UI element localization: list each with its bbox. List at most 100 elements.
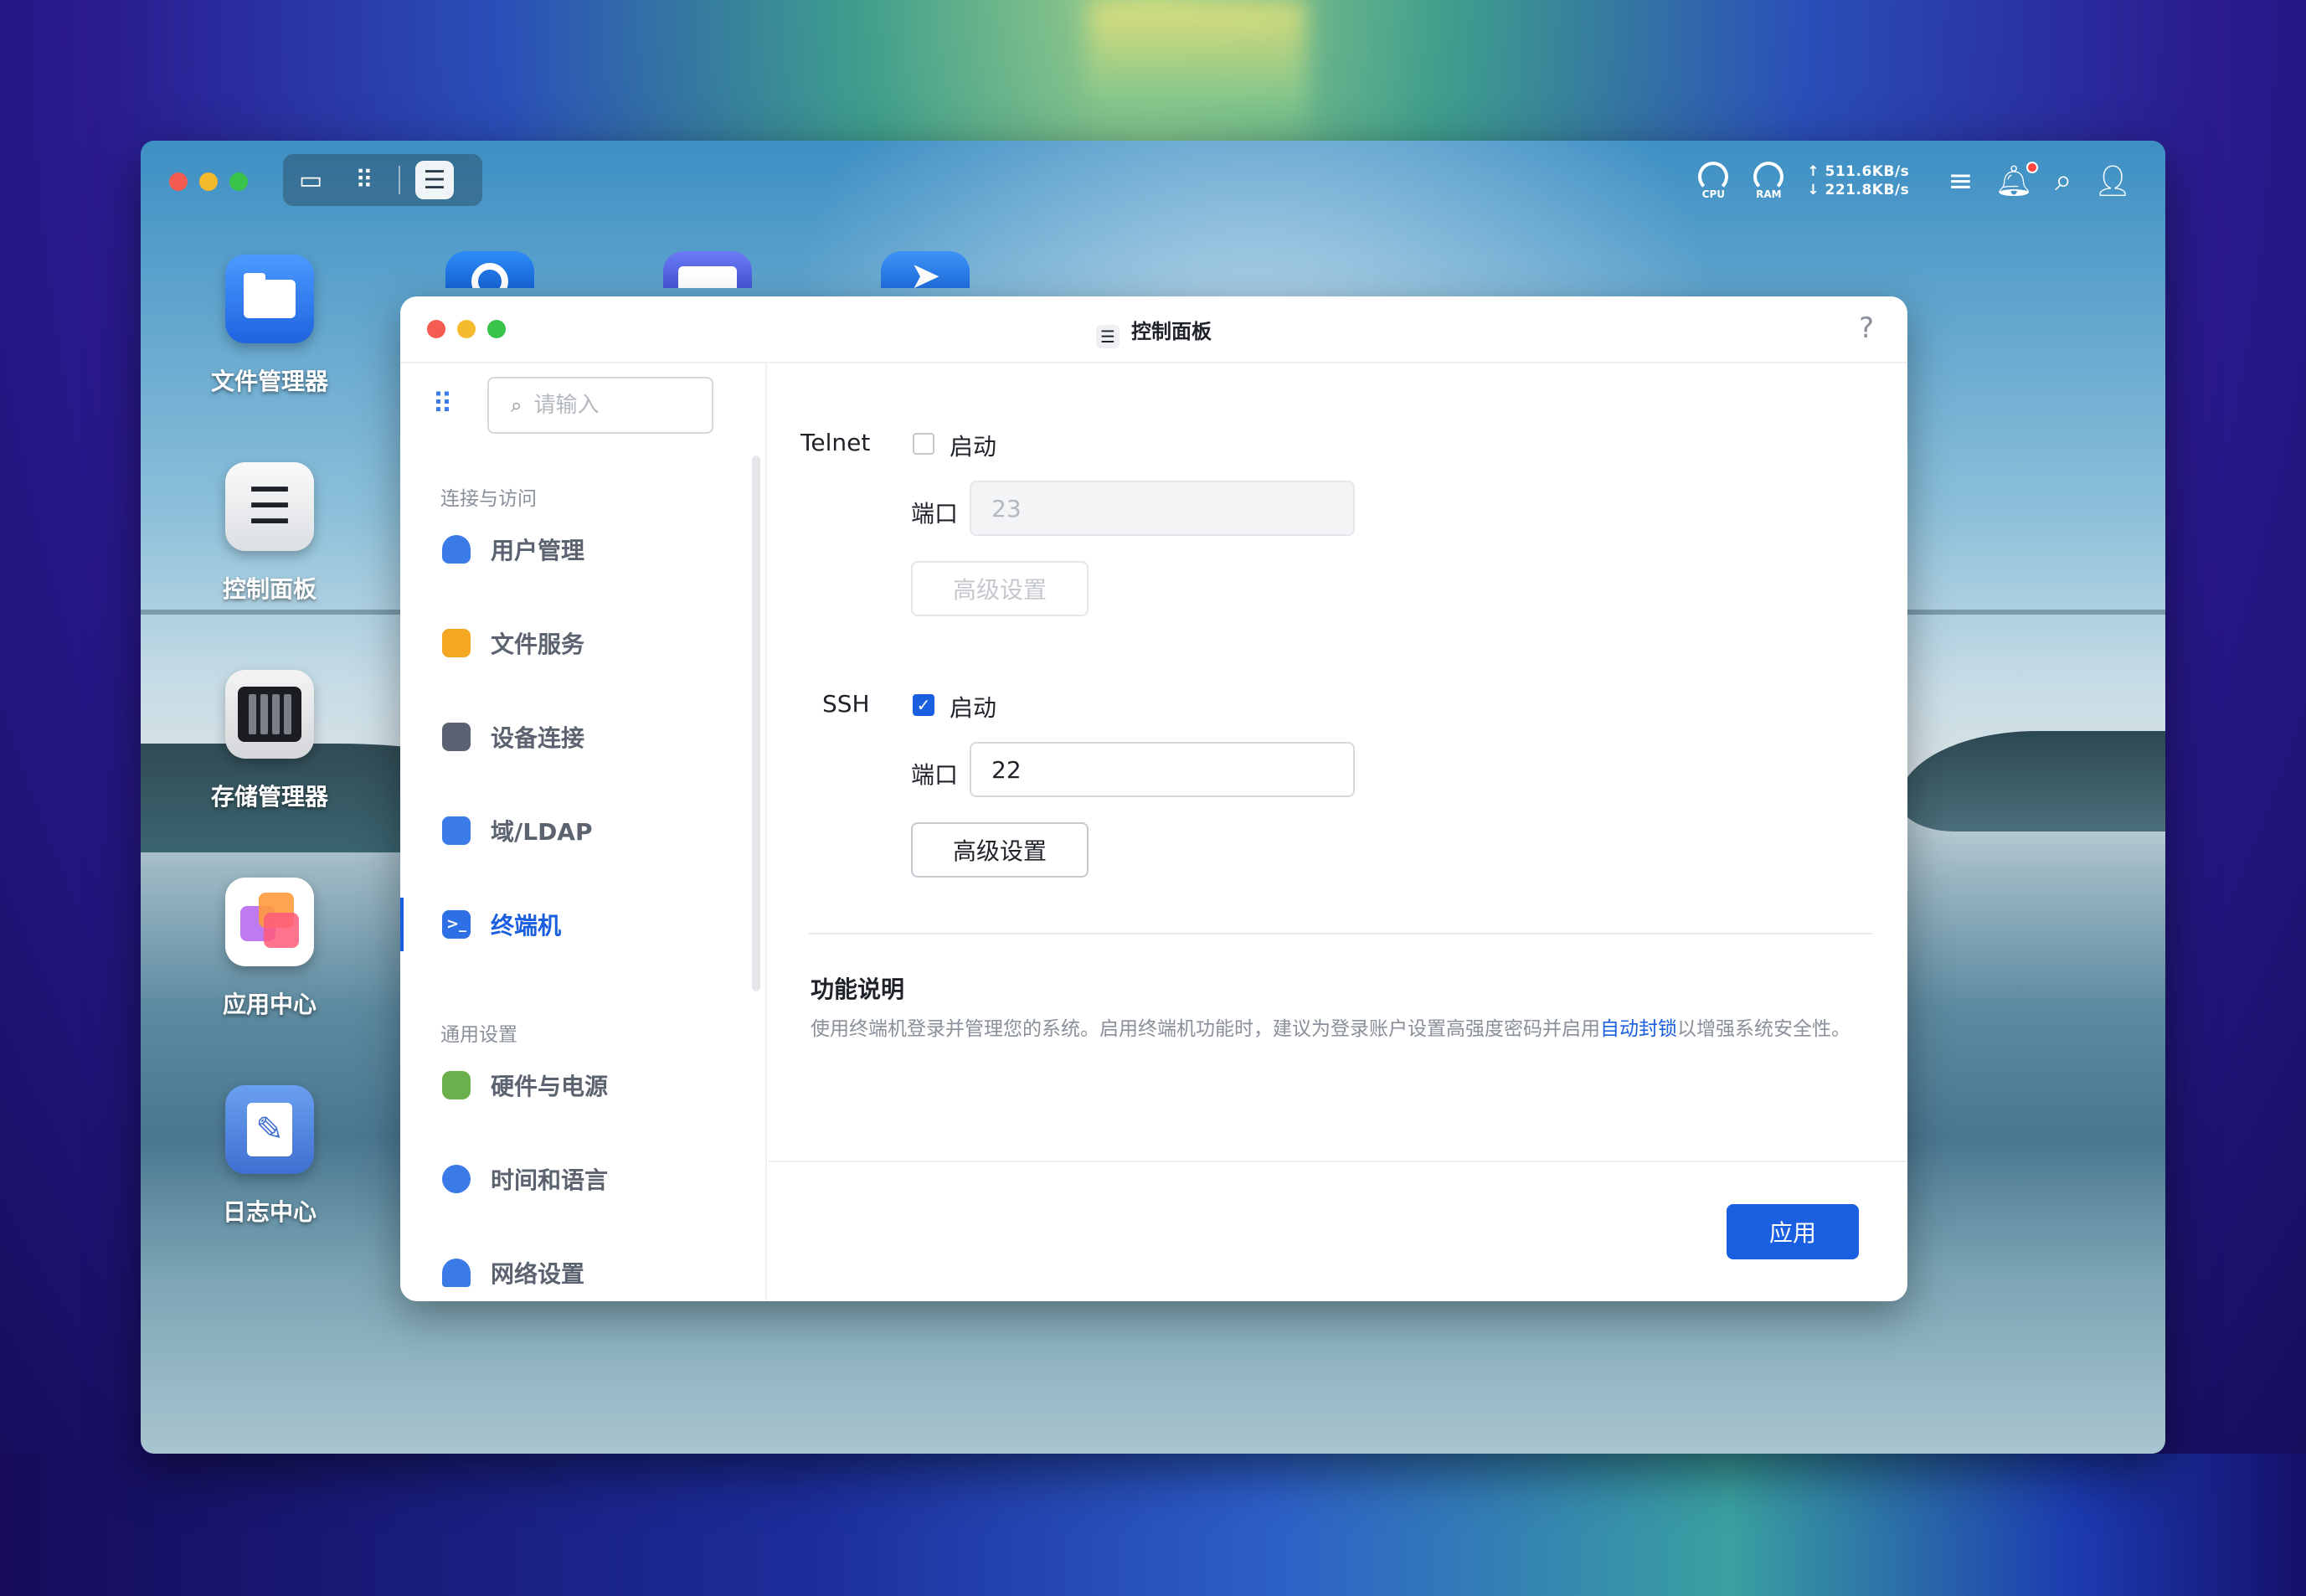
sidebar-item-terminal[interactable]: >_ 终端机 — [400, 891, 752, 958]
sidebar-item-hardware-power[interactable]: 硬件与电源 — [400, 1052, 752, 1119]
desktop-icon-log-center[interactable]: ✎ 日志中心 — [186, 1085, 353, 1228]
sidebar-item-device-connection[interactable]: 设备连接 — [400, 703, 752, 770]
nas-desktop-window: ▭ ⠿ ☰ CPU RAM ↑ 511.6KB/s ↓ 221.8KB/s ≡ … — [141, 141, 2165, 1454]
desktop-icon-label: 存储管理器 — [210, 783, 328, 811]
network-speed[interactable]: ↑ 511.6KB/s ↓ 221.8KB/s — [1807, 162, 1909, 199]
desktop-icon-control-panel[interactable]: ☰ 控制面板 — [186, 462, 353, 605]
sidebar-item-file-service[interactable]: 文件服务 — [400, 610, 752, 677]
storage-icon — [225, 670, 314, 759]
search-icon[interactable]: ⌕ — [2055, 163, 2072, 198]
sidebar-item-label: 网络设置 — [491, 1260, 585, 1288]
partially-hidden-video-icon[interactable] — [663, 251, 752, 288]
cpu-label: CPU — [1701, 188, 1726, 200]
control-panel-window: ☰ 控制面板 ? ⠿ ⌕ 连接与访问 用户管理 文件服务 设备连接 — [400, 296, 1907, 1301]
sidebar-item-time-language[interactable]: 时间和语言 — [400, 1146, 752, 1212]
sidebar-item-user-management[interactable]: 用户管理 — [400, 516, 752, 583]
notification-badge — [2026, 162, 2039, 173]
sidebar: ⠿ ⌕ 连接与访问 用户管理 文件服务 设备连接 域/LDAP — [400, 363, 767, 1301]
sidebar-item-label: 时间和语言 — [491, 1166, 609, 1194]
minimize-button[interactable] — [199, 172, 218, 191]
control-panel-titlebar: ☰ 控制面板 ? — [400, 296, 1907, 363]
window-title-text: 控制面板 — [1131, 320, 1212, 343]
search-icon: ⌕ — [511, 394, 522, 417]
sidebar-item-network[interactable]: 网络设置 — [400, 1239, 752, 1301]
telnet-enable-checkbox[interactable] — [913, 433, 934, 455]
download-speed: ↓ 221.8KB/s — [1807, 182, 1910, 198]
section-header-connect: 连接与访问 — [440, 488, 537, 510]
ram-gauge-icon[interactable]: RAM — [1752, 162, 1785, 200]
section-header-general: 通用设置 — [440, 1024, 517, 1046]
sidebar-item-label: 用户管理 — [491, 537, 585, 564]
wifi-icon — [442, 1259, 471, 1287]
ssh-label: SSH — [822, 690, 870, 718]
description-title: 功能说明 — [811, 976, 905, 1003]
sidebar-item-label: 硬件与电源 — [491, 1073, 609, 1100]
desktop-icon-label: 控制面板 — [222, 575, 317, 603]
maximize-button[interactable] — [229, 172, 248, 191]
section-divider — [809, 933, 1872, 934]
ssh-port-input[interactable] — [970, 742, 1355, 797]
user-icon[interactable]: 👤︎ — [2093, 163, 2132, 198]
nas-window-controls — [169, 172, 248, 191]
description-text-after: 以增强系统安全性。 — [1677, 1018, 1850, 1040]
window-title: ☰ 控制面板 — [400, 315, 1907, 348]
close-button[interactable] — [169, 172, 188, 191]
search-input[interactable] — [533, 393, 685, 418]
wallpaper-bottom — [0, 1454, 2306, 1596]
taskbar-divider — [399, 166, 400, 194]
sidebar-item-domain-ldap[interactable]: 域/LDAP — [400, 797, 752, 864]
description-text-before: 使用终端机登录并管理您的系统。启用终端机功能时，建议为登录账户设置高强度密码并启… — [811, 1018, 1600, 1040]
nas-topbar: ▭ ⠿ ☰ CPU RAM ↑ 511.6KB/s ↓ 221.8KB/s ≡ … — [141, 141, 2165, 216]
upload-speed: ↑ 511.6KB/s — [1807, 163, 1910, 180]
telnet-label: Telnet — [800, 429, 871, 456]
app-launcher-icon[interactable]: ⠿ — [345, 161, 383, 199]
ssh-port-label: 端口 — [911, 761, 959, 789]
ram-label: RAM — [1756, 188, 1782, 200]
footer-divider — [769, 1161, 1907, 1162]
device-icon — [442, 723, 471, 751]
terminal-settings-panel: Telnet 启动 端口 高级设置 SSH ✓ 启动 端口 高级设置 功能说明 … — [769, 363, 1907, 1301]
globe-icon — [442, 1165, 471, 1193]
sliders-icon: ☰ — [1096, 325, 1120, 348]
sidebar-item-label: 文件服务 — [491, 631, 585, 658]
wallpaper-highlight — [1089, 0, 1306, 151]
desktop-icon-label: 应用中心 — [222, 991, 317, 1018]
battery-icon — [442, 1071, 471, 1099]
folder-icon — [225, 255, 314, 343]
help-button[interactable]: ? — [1859, 311, 1874, 345]
show-desktop-icon[interactable]: ▭ — [291, 161, 330, 199]
desktop-icon-storage-manager[interactable]: 存储管理器 — [186, 670, 353, 812]
system-tray: CPU RAM ↑ 511.6KB/s ↓ 221.8KB/s ≡ 🔔︎ ⌕ 👤… — [1696, 157, 2132, 204]
sidebar-scrollbar[interactable] — [752, 456, 760, 991]
log-book-icon: ✎ — [225, 1085, 314, 1174]
widgets-icon[interactable]: ≡ — [1948, 164, 1973, 198]
telnet-advanced-button[interactable]: 高级设置 — [911, 561, 1089, 616]
folder-icon — [442, 629, 471, 657]
ssh-advanced-button[interactable]: 高级设置 — [911, 822, 1089, 878]
ssh-enable-label: 启动 — [950, 694, 997, 722]
desktop-icon-app-center[interactable]: 应用中心 — [186, 878, 353, 1020]
cpu-gauge-icon[interactable]: CPU — [1696, 162, 1730, 200]
sidebar-item-label: 设备连接 — [491, 724, 585, 752]
desktop-icon-label: 文件管理器 — [210, 368, 328, 395]
auto-block-link[interactable]: 自动封锁 — [1600, 1018, 1677, 1040]
telnet-port-label: 端口 — [911, 500, 959, 528]
control-panel-task-icon[interactable]: ☰ — [415, 161, 454, 199]
users-icon — [442, 535, 471, 564]
wallpaper-island-right — [1899, 731, 2165, 831]
telnet-port-input[interactable] — [970, 481, 1355, 536]
partially-hidden-bird-icon[interactable]: ➤ — [881, 251, 970, 288]
taskbar: ▭ ⠿ ☰ — [283, 154, 482, 206]
apply-button[interactable]: 应用 — [1727, 1204, 1859, 1259]
description-text: 使用终端机登录并管理您的系统。启用终端机功能时，建议为登录账户设置高强度密码并启… — [811, 1013, 1874, 1045]
sidebar-search[interactable]: ⌕ — [487, 377, 713, 434]
sidebar-item-label: 终端机 — [491, 912, 562, 940]
sliders-icon: ☰ — [225, 462, 314, 551]
id-card-icon — [442, 816, 471, 845]
menu-grid-icon[interactable]: ⠿ — [432, 390, 461, 419]
desktop-icon-file-manager[interactable]: 文件管理器 — [186, 255, 353, 397]
partially-hidden-app-icon[interactable] — [445, 251, 534, 288]
ssh-enable-checkbox[interactable]: ✓ — [913, 694, 934, 716]
notification-bell-icon[interactable]: 🔔︎ — [1995, 162, 2039, 198]
sidebar-item-label: 域/LDAP — [491, 818, 593, 846]
